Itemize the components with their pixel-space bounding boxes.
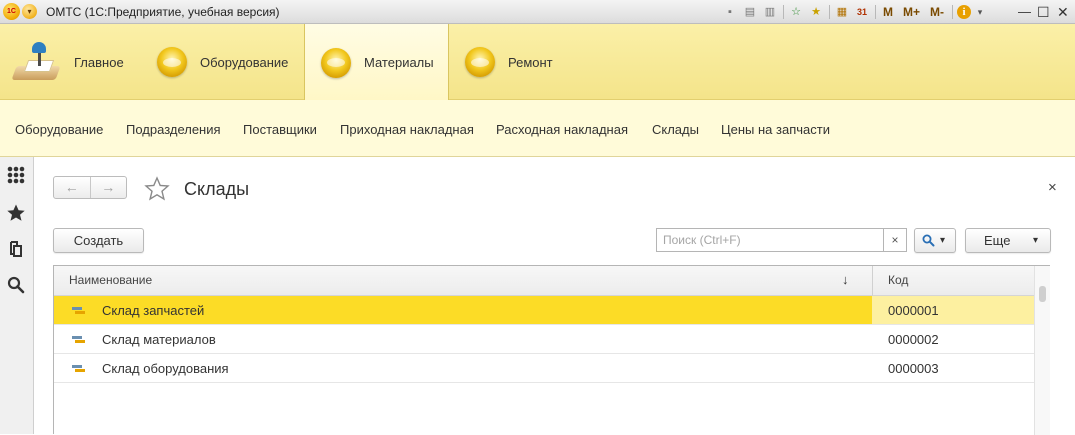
row-name: Склад запчастей	[102, 303, 205, 318]
section-label: Оборудование	[200, 54, 289, 70]
function-panel: Оборудование Подразделения Поставщики Пр…	[0, 100, 1075, 157]
info-dropdown-icon[interactable]: ▾	[975, 4, 985, 20]
minimize-button[interactable]: —	[1018, 3, 1031, 21]
memory-m-button[interactable]: M	[880, 4, 896, 20]
sections-panel: Главное Оборудование Материалы Ремонт	[0, 24, 1075, 101]
more-button[interactable]: Еще ▾	[965, 228, 1051, 253]
nav-link-expense-invoice[interactable]: Расходная накладная	[496, 122, 628, 137]
section-main[interactable]: Главное	[11, 24, 142, 100]
nav-link-spare-parts-prices[interactable]: Цены на запчасти	[721, 122, 830, 137]
catalog-item-icon	[72, 336, 85, 343]
search-options-button[interactable]: ▾	[914, 228, 956, 253]
history-icon[interactable]	[6, 239, 26, 259]
nav-link-warehouses[interactable]: Склады	[652, 122, 699, 137]
catalog-item-icon	[72, 365, 85, 372]
1c-logo-icon: 1С	[3, 3, 20, 20]
row-name: Склад материалов	[102, 332, 216, 347]
table-scrollbar[interactable]	[1034, 266, 1050, 435]
memory-plus-button[interactable]: M+	[900, 4, 923, 20]
favorites-add-icon[interactable]: ☆	[788, 4, 804, 20]
create-button[interactable]: Создать	[53, 228, 144, 253]
memory-minus-button[interactable]: M-	[927, 4, 947, 20]
close-form-button[interactable]: ×	[1048, 179, 1057, 196]
row-name: Склад оборудования	[102, 361, 229, 376]
window-title: ОМТС (1С:Предприятие, учебная версия)	[46, 5, 280, 19]
page-title: Склады	[184, 179, 250, 199]
warehouses-list-table: Наименование ↓ Код Склад запчастей 00000…	[53, 265, 1050, 435]
column-header-name[interactable]: Наименование	[69, 273, 152, 287]
favorites-icon[interactable]: ★	[808, 4, 824, 20]
chevron-down-icon: ▾	[940, 235, 946, 246]
favorites-star-icon[interactable]	[6, 203, 26, 223]
info-icon[interactable]: i	[957, 5, 972, 19]
history-navigation: ← →	[53, 176, 127, 199]
more-button-label: Еще	[984, 233, 1011, 248]
chevron-down-icon: ▾	[1033, 235, 1039, 246]
magnifier-icon	[922, 234, 935, 247]
nav-link-equipment[interactable]: Оборудование	[15, 122, 103, 137]
title-toolbar: ▪ ▤ ▥ ☆ ★ ▦ 31 M M+ M- i ▾	[722, 3, 989, 21]
preview-icon[interactable]: ▥	[762, 4, 778, 20]
search-clear-button[interactable]: ×	[883, 228, 907, 252]
search-input[interactable]	[656, 228, 884, 252]
desk-lamp-icon	[11, 40, 62, 84]
table-row[interactable]: Склад запчастей 0000001	[54, 296, 1034, 325]
section-materials[interactable]: Материалы	[304, 24, 449, 101]
section-label: Материалы	[364, 55, 434, 70]
search-icon[interactable]	[6, 275, 26, 295]
nav-link-suppliers[interactable]: Поставщики	[243, 122, 317, 137]
yellow-circle-icon	[321, 47, 351, 78]
table-header: Наименование ↓ Код	[54, 266, 1034, 296]
table-row[interactable]: Склад оборудования 0000003	[54, 354, 1034, 383]
left-toolbar	[0, 157, 34, 434]
print-icon[interactable]: ▤	[742, 4, 758, 20]
nav-link-departments[interactable]: Подразделения	[126, 122, 221, 137]
forward-button[interactable]: →	[89, 177, 127, 198]
section-repair[interactable]: Ремонт	[465, 24, 575, 100]
nav-link-receipt-invoice[interactable]: Приходная накладная	[340, 122, 474, 137]
title-bar: 1С ▾ ОМТС (1С:Предприятие, учебная верси…	[0, 0, 1075, 24]
apps-grid-icon[interactable]	[6, 165, 26, 185]
calendar-icon[interactable]: 31	[854, 4, 870, 20]
scrollbar-thumb[interactable]	[1039, 286, 1046, 302]
catalog-item-icon	[72, 307, 85, 314]
row-code: 0000001	[888, 303, 939, 318]
save-icon[interactable]: ▪	[722, 4, 738, 20]
row-code: 0000003	[888, 361, 939, 376]
sort-descending-icon: ↓	[842, 272, 849, 287]
back-button[interactable]: ←	[54, 177, 90, 198]
section-label: Главное	[74, 54, 124, 70]
add-to-favorites-star-icon[interactable]	[144, 176, 170, 202]
row-code: 0000002	[888, 332, 939, 347]
form-area: ← → Склады × Создать × ▾ Еще ▾ Наименова…	[34, 157, 1075, 435]
calculator-icon[interactable]: ▦	[834, 4, 850, 20]
yellow-circle-icon	[157, 47, 187, 77]
section-equipment[interactable]: Оборудование	[157, 24, 305, 100]
section-label: Ремонт	[508, 54, 553, 70]
yellow-circle-icon	[465, 47, 495, 77]
main-menu-button[interactable]: ▾	[22, 4, 37, 19]
maximize-button[interactable]: ☐	[1037, 3, 1050, 21]
table-row[interactable]: Склад материалов 0000002	[54, 325, 1034, 354]
close-window-button[interactable]: ✕	[1057, 3, 1069, 21]
column-header-code[interactable]: Код	[888, 273, 908, 287]
